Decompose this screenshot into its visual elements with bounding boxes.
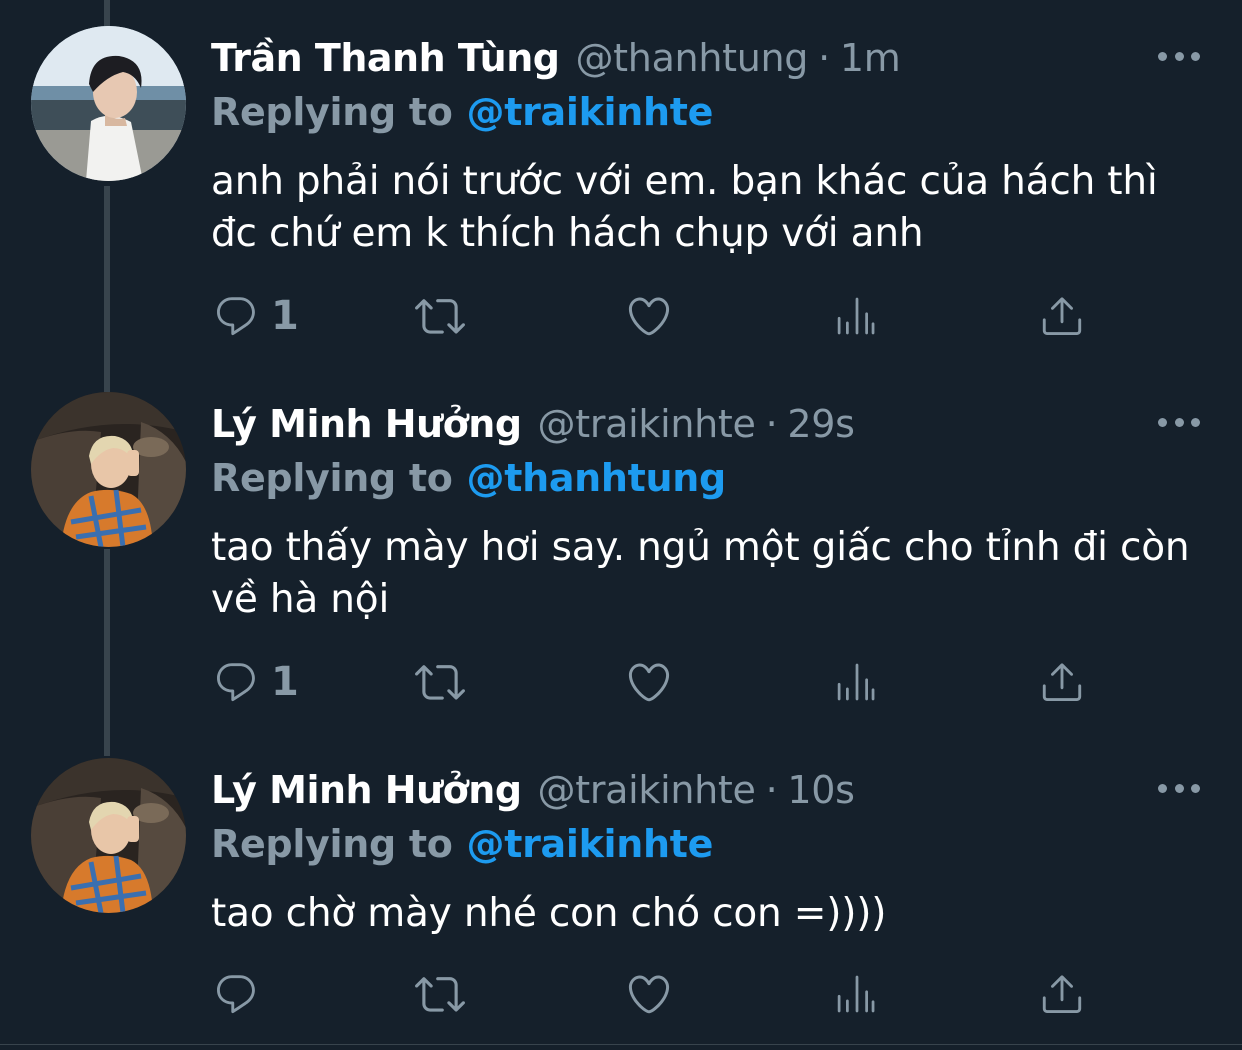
heart-icon <box>628 663 670 702</box>
more-icon[interactable] <box>1158 52 1200 64</box>
user-handle[interactable]: @thanhtung <box>575 36 808 80</box>
reply-button[interactable]: 1 <box>213 288 299 344</box>
thread-line <box>104 0 110 26</box>
more-icon[interactable] <box>1158 784 1200 796</box>
replying-to-label: Replying to <box>211 822 453 866</box>
timestamp[interactable]: 1m <box>840 36 901 80</box>
reply-count: 1 <box>271 659 299 705</box>
more-icon[interactable] <box>1158 418 1200 430</box>
analytics-button[interactable] <box>835 288 879 344</box>
replying-to: Replying to @thanhtung <box>211 452 726 504</box>
tweet[interactable]: Lý Minh Hưởng @traikinhte · 29s Replying… <box>0 392 1242 731</box>
reply-icon <box>217 663 255 702</box>
share-button[interactable] <box>1039 654 1085 710</box>
avatar[interactable] <box>31 758 186 913</box>
replying-to: Replying to @traikinhte <box>211 818 713 870</box>
replying-to-label: Replying to <box>211 90 453 134</box>
tweet-header: Trần Thanh Tùng @thanhtung · 1m <box>211 30 901 86</box>
replying-to-label: Replying to <box>211 456 453 500</box>
retweet-icon <box>415 977 465 1012</box>
avatar[interactable] <box>31 26 186 181</box>
reply-button[interactable] <box>213 966 271 1022</box>
retweet-icon <box>415 665 465 700</box>
reply-icon <box>217 975 255 1014</box>
analytics-button[interactable] <box>835 966 879 1022</box>
tweet-text: anh phải nói trước với em. bạn khác của … <box>211 159 1158 256</box>
separator-dot: · <box>818 36 830 80</box>
avatar-photo-car-selfie <box>31 758 186 913</box>
analytics-button[interactable] <box>835 654 879 710</box>
timestamp[interactable]: 10s <box>787 768 855 812</box>
heart-icon <box>628 975 670 1014</box>
tweet-actions <box>211 966 1091 1022</box>
divider <box>0 1044 1242 1045</box>
like-button[interactable] <box>625 654 685 710</box>
analytics-icon <box>837 975 875 1013</box>
tweet-actions: 1 <box>211 288 1091 344</box>
like-button[interactable] <box>625 288 685 344</box>
avatar-photo-boy-seaside <box>31 26 186 181</box>
share-icon <box>1042 975 1082 1014</box>
avatar-photo-car-selfie <box>31 392 186 547</box>
share-button[interactable] <box>1039 966 1085 1022</box>
tweet-text: tao chờ mày nhé con chó con =)))) <box>211 891 887 936</box>
retweet-button[interactable] <box>415 288 477 344</box>
replying-to-handle-link[interactable]: @traikinhte <box>467 822 714 866</box>
separator-dot: · <box>765 402 778 446</box>
replying-to-handle-link[interactable]: @thanhtung <box>467 456 727 500</box>
tweet[interactable]: Lý Minh Hưởng @traikinhte · 10s Replying… <box>0 758 1242 1044</box>
reply-button[interactable]: 1 <box>213 654 299 710</box>
analytics-icon <box>837 297 875 335</box>
reply-count: 1 <box>271 293 299 339</box>
analytics-icon <box>837 663 875 701</box>
retweet-icon <box>415 299 465 334</box>
share-icon <box>1042 663 1082 702</box>
tweet[interactable]: Trần Thanh Tùng @thanhtung · 1m Replying… <box>0 26 1242 365</box>
display-name[interactable]: Lý Minh Hưởng <box>211 768 522 812</box>
share-icon <box>1042 297 1082 336</box>
tweet-text: tao thấy mày hơi say. ngủ một giấc cho t… <box>211 525 1190 622</box>
user-handle[interactable]: @traikinhte <box>538 402 756 446</box>
avatar[interactable] <box>31 392 186 547</box>
share-button[interactable] <box>1039 288 1085 344</box>
replying-to-handle-link[interactable]: @traikinhte <box>467 90 714 134</box>
replying-to: Replying to @traikinhte <box>211 86 713 138</box>
tweet-header: Lý Minh Hưởng @traikinhte · 29s <box>211 396 855 452</box>
retweet-button[interactable] <box>415 966 477 1022</box>
heart-icon <box>628 297 670 336</box>
tweet-actions: 1 <box>211 654 1091 710</box>
separator-dot: · <box>765 768 778 812</box>
tweet-header: Lý Minh Hưởng @traikinhte · 10s <box>211 762 855 818</box>
timestamp[interactable]: 29s <box>787 402 855 446</box>
display-name[interactable]: Lý Minh Hưởng <box>211 402 522 446</box>
retweet-button[interactable] <box>415 654 477 710</box>
like-button[interactable] <box>625 966 685 1022</box>
reply-icon <box>217 297 255 336</box>
user-handle[interactable]: @traikinhte <box>538 768 756 812</box>
display-name[interactable]: Trần Thanh Tùng <box>211 36 560 80</box>
